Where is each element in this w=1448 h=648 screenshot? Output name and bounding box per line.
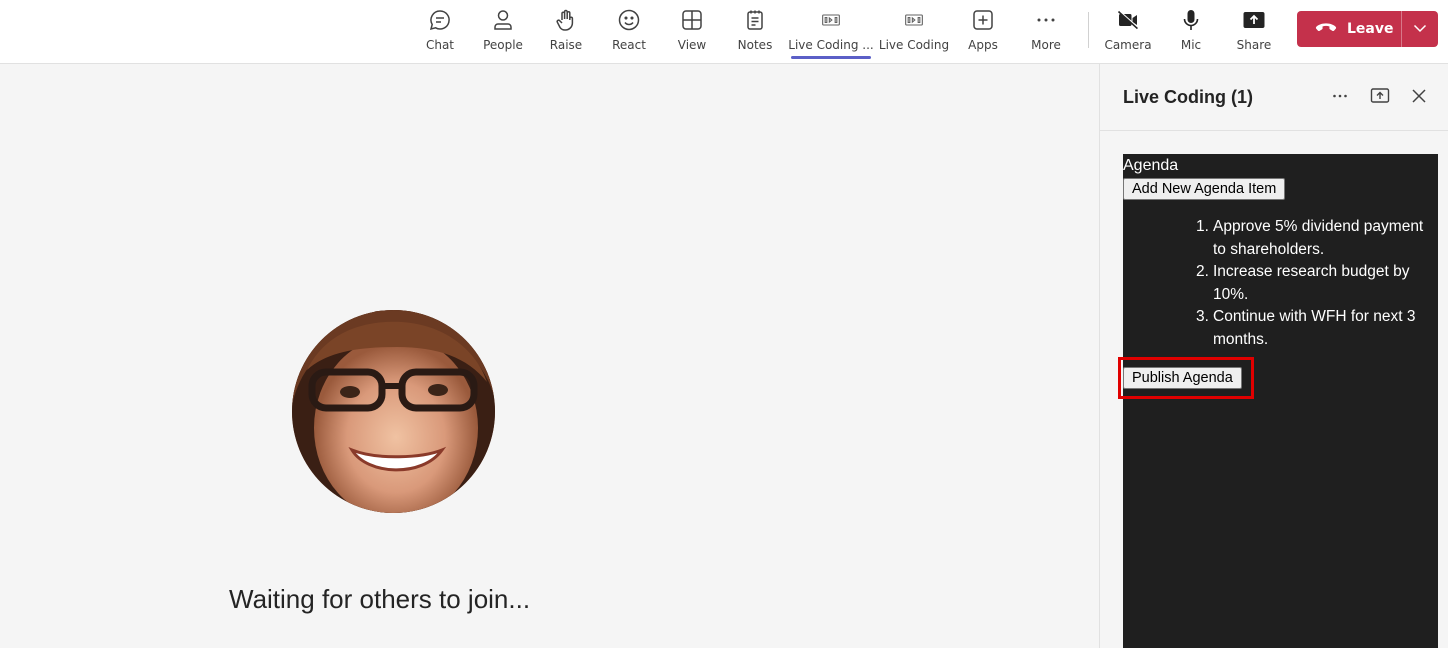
panel-popout-button[interactable] (1368, 86, 1392, 110)
toolbar-people-button[interactable]: People (472, 6, 534, 58)
toolbar-apps-button[interactable]: Apps (952, 6, 1014, 58)
more-icon (1331, 87, 1349, 109)
toolbar-more-label: More (1031, 38, 1061, 52)
toolbar-chat-button[interactable]: Chat (409, 6, 471, 58)
agenda-item-number: 2. (1196, 263, 1209, 280)
grid-icon (680, 8, 704, 32)
leave-button-group: Leave (1297, 11, 1438, 47)
close-icon (1411, 88, 1427, 108)
leave-options-button[interactable] (1402, 11, 1438, 47)
toolbar-live-coding-label: Live Coding (878, 38, 950, 52)
panel-title: Live Coding (1) (1123, 87, 1253, 107)
chat-icon (428, 8, 452, 32)
toolbar-people-label: People (483, 38, 523, 52)
agenda-item-number: 1. (1196, 218, 1209, 235)
toolbar-chat-label: Chat (425, 38, 455, 52)
live-coding-icon (902, 8, 926, 32)
agenda-item-text: Increase research budget by 10%. (1213, 263, 1410, 303)
avatar-portrait-icon (292, 310, 495, 513)
toolbar-mic-label: Mic (1180, 38, 1202, 52)
toolbar-mic-button[interactable]: Mic (1160, 6, 1222, 58)
plus-icon (971, 8, 995, 32)
toolbar-share-label: Share (1236, 38, 1272, 52)
toolbar-notes-label: Notes (737, 38, 773, 52)
agenda-heading: Agenda (1123, 157, 1179, 174)
smile-icon (617, 8, 641, 32)
agenda-item: 3. Continue with WFH for next 3 months. (1196, 306, 1435, 351)
toolbar-live-coding-active-button[interactable]: Live Coding ... (788, 6, 874, 59)
toolbar-share-button[interactable]: Share (1223, 6, 1285, 58)
more-icon (1034, 8, 1058, 32)
toolbar-camera-button[interactable]: Camera (1097, 6, 1159, 58)
meeting-toolbar: Chat People Raise React View Notes Live … (0, 0, 1448, 64)
toolbar-view-label: View (677, 38, 707, 52)
add-agenda-item-button[interactable]: Add New Agenda Item (1123, 178, 1286, 200)
toolbar-notes-button[interactable]: Notes (724, 6, 786, 58)
agenda-list: 1. Approve 5% dividend payment to shareh… (1196, 216, 1435, 351)
panel-more-button[interactable] (1328, 86, 1352, 110)
agenda-item-number: 3. (1196, 308, 1209, 325)
leave-label: Leave (1347, 21, 1394, 37)
agenda-item: 2. Increase research budget by 10%. (1196, 261, 1435, 306)
toolbar-raise-label: Raise (549, 38, 583, 52)
live-coding-panel: Live Coding (1) Agenda Add New Agenda It… (1099, 64, 1448, 648)
toolbar-divider (1088, 12, 1089, 48)
chevron-down-icon (1413, 20, 1427, 39)
raise-hand-icon (554, 8, 578, 32)
waiting-message: Waiting for others to join... (229, 584, 531, 614)
notes-icon (743, 8, 767, 32)
phone-hangup-icon (1315, 20, 1337, 39)
mic-icon (1179, 8, 1203, 32)
meeting-stage: Waiting for others to join... (0, 64, 1099, 648)
panel-header: Live Coding (1) (1100, 64, 1448, 131)
share-icon (1242, 8, 1266, 32)
toolbar-view-button[interactable]: View (661, 6, 723, 58)
agenda-item-text: Approve 5% dividend payment to sharehold… (1213, 218, 1424, 258)
panel-close-button[interactable] (1407, 86, 1431, 110)
toolbar-camera-label: Camera (1104, 38, 1152, 52)
popout-icon (1370, 86, 1390, 110)
toolbar-react-button[interactable]: React (598, 6, 660, 58)
toolbar-react-label: React (612, 38, 646, 52)
participant-avatar (292, 310, 495, 513)
toolbar-live-coding-button[interactable]: Live Coding (878, 6, 950, 58)
agenda-item: 1. Approve 5% dividend payment to shareh… (1196, 216, 1435, 261)
agenda-item-text: Continue with WFH for next 3 months. (1213, 308, 1416, 348)
toolbar-more-button[interactable]: More (1015, 6, 1077, 58)
toolbar-live-coding-active-label: Live Coding ... (788, 38, 874, 52)
leave-button[interactable]: Leave (1297, 11, 1401, 47)
live-coding-icon (819, 8, 843, 32)
camera-off-icon (1116, 8, 1140, 32)
publish-agenda-button[interactable]: Publish Agenda (1123, 367, 1242, 389)
toolbar-raise-button[interactable]: Raise (535, 6, 597, 58)
toolbar-apps-label: Apps (968, 38, 998, 52)
live-coding-app-frame: Agenda Add New Agenda Item 1. Approve 5%… (1118, 154, 1438, 648)
person-icon (491, 8, 515, 32)
